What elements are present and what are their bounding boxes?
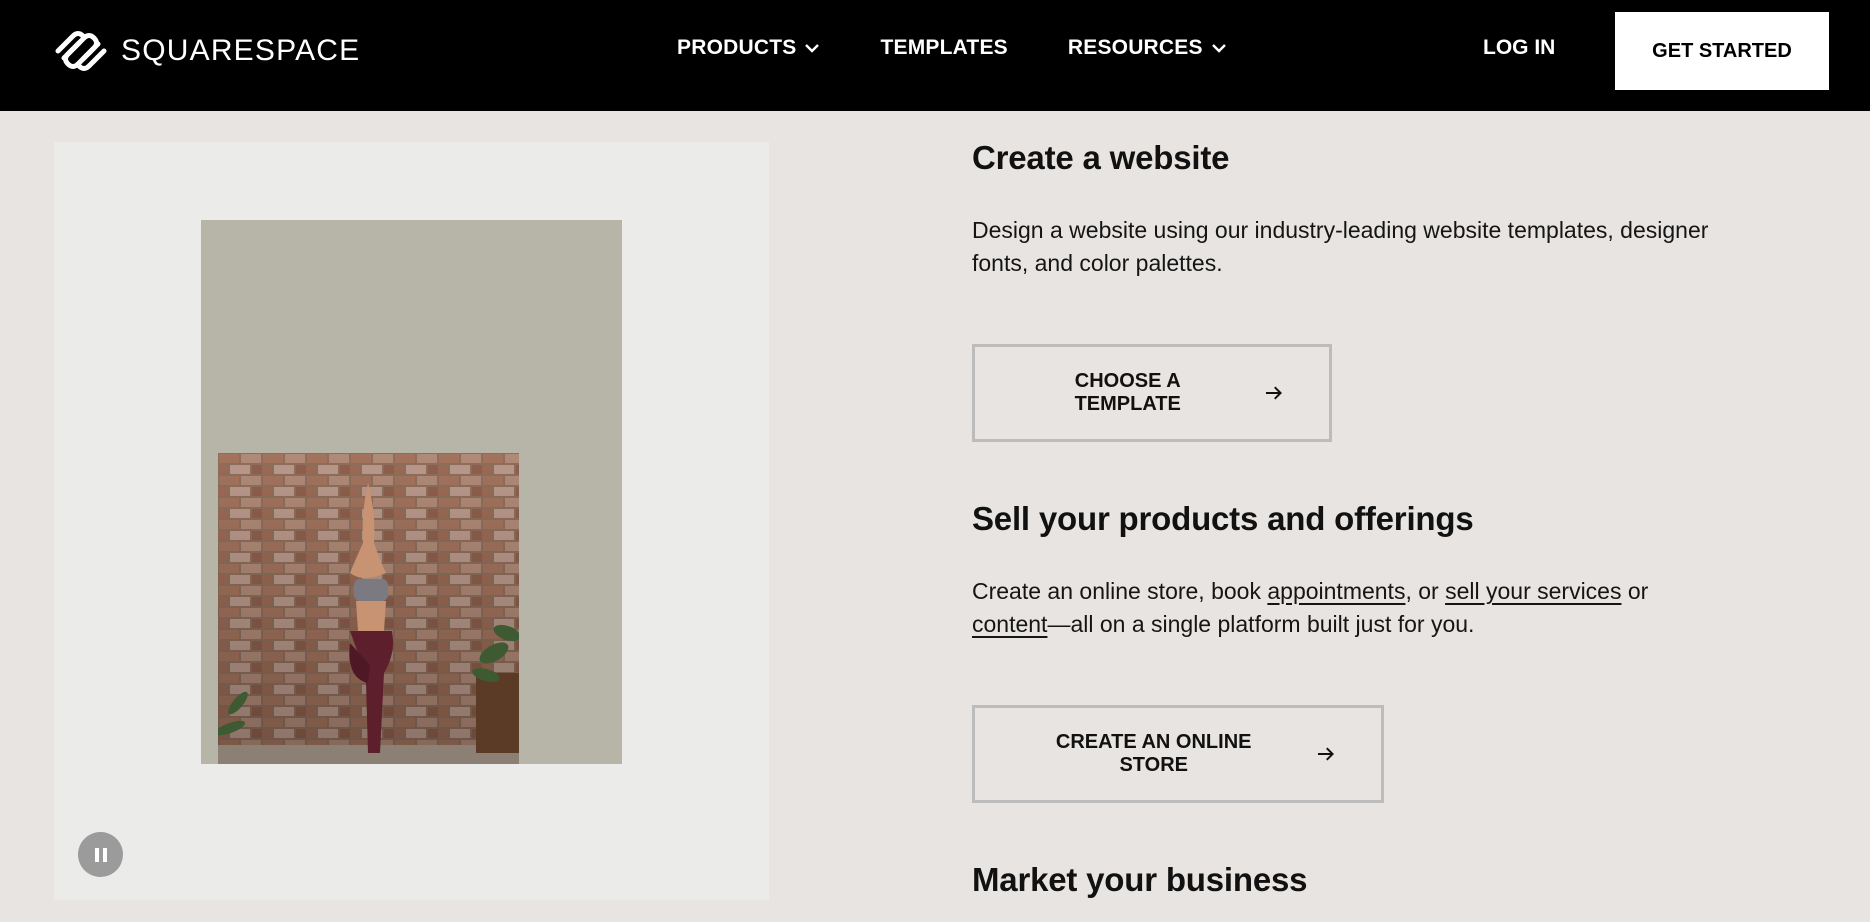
section-description: Design a website using our industry-lead… — [972, 217, 1709, 276]
arrow-right-icon — [1318, 747, 1335, 761]
log-in-link[interactable]: LOG IN — [1483, 36, 1555, 60]
arrow-right-icon — [1266, 386, 1283, 400]
desc-text: Create an online store, book — [972, 578, 1268, 604]
section-title: Market your business — [972, 861, 1308, 898]
section-title: Sell your products and offerings — [972, 500, 1474, 537]
sell-services-link[interactable]: sell your services — [1445, 578, 1621, 604]
nav-resources-label: RESOURCES — [1067, 36, 1203, 59]
top-navigation-bar: SQUARESPACE PRODUCTS TEMPLATES RESOURCES… — [0, 0, 1870, 111]
pause-icon-bar — [102, 847, 107, 862]
chevron-down-icon — [805, 44, 820, 53]
yoga-photo-image — [218, 453, 519, 764]
choose-template-button[interactable]: CHOOSE A TEMPLATE — [972, 344, 1332, 442]
desc-text: , or — [1405, 578, 1446, 604]
get-started-button[interactable]: GET STARTED — [1615, 12, 1829, 90]
content-link[interactable]: content — [972, 611, 1047, 637]
section-description: Create an online store, book appointment… — [972, 575, 1712, 641]
pause-icon — [94, 847, 99, 862]
chevron-down-icon — [1211, 44, 1226, 53]
desc-text: or — [1621, 578, 1649, 604]
nav-products-label: PRODUCTS — [677, 36, 797, 59]
create-online-store-label: CREATE AN ONLINE STORE — [1055, 731, 1252, 776]
choose-template-label: CHOOSE A TEMPLATE — [1074, 370, 1181, 415]
section-title: Create a website — [972, 139, 1230, 176]
appointments-link[interactable]: appointments — [1267, 578, 1405, 604]
feature-media-panel — [54, 142, 769, 900]
desc-text: —all on a single platform built just for… — [1047, 611, 1475, 637]
main-nav: PRODUCTS TEMPLATES RESOURCES — [677, 36, 1287, 60]
squarespace-logo-icon — [55, 31, 107, 71]
nav-resources[interactable]: RESOURCES — [1068, 36, 1227, 60]
squarespace-logo[interactable]: SQUARESPACE — [53, 28, 360, 74]
create-online-store-button[interactable]: CREATE AN ONLINE STORE — [972, 705, 1384, 803]
yoga-photo — [218, 453, 519, 764]
nav-templates-label: TEMPLATES — [880, 36, 1008, 59]
pause-button[interactable] — [78, 832, 123, 877]
logo-wordmark: SQUARESPACE — [121, 34, 361, 67]
nav-templates[interactable]: TEMPLATES — [880, 36, 1007, 60]
nav-products[interactable]: PRODUCTS — [677, 36, 820, 60]
